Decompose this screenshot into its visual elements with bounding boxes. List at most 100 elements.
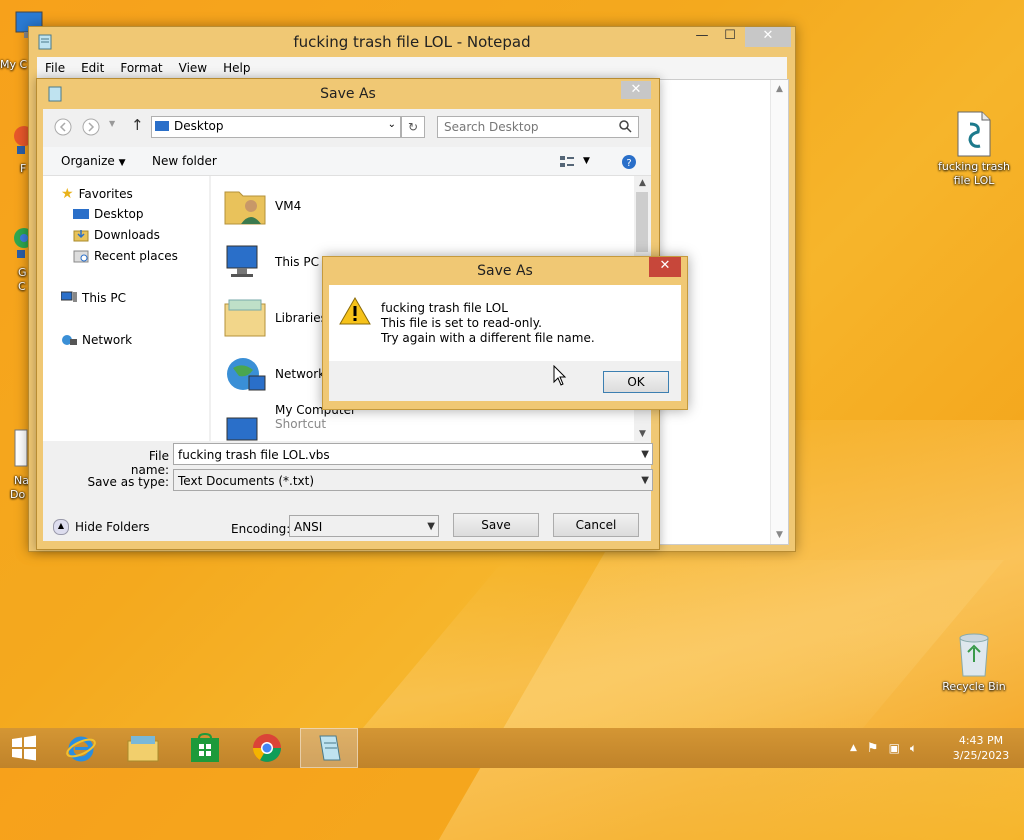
file-label: Libraries	[275, 311, 327, 325]
taskbar-file-explorer[interactable]	[114, 728, 172, 768]
recent-locations-icon[interactable]: ▼	[109, 119, 115, 128]
computer-icon	[61, 291, 77, 302]
menu-help[interactable]: Help	[215, 57, 258, 79]
maximize-button[interactable]: ☐	[717, 27, 743, 47]
file-item-this-pc[interactable]: This PC	[223, 240, 319, 284]
recycle-bin-icon	[959, 633, 989, 677]
document-icon	[14, 429, 28, 467]
message-line-2: This file is set to read-only.	[381, 316, 542, 330]
windows-logo-icon	[12, 735, 36, 761]
file-explorer-icon	[127, 736, 159, 762]
encoding-label: Encoding:	[231, 522, 291, 536]
show-hidden-icons-icon[interactable]: ▲	[850, 743, 857, 753]
file-name-input[interactable]: fucking trash file LOL.vbs ▼	[173, 443, 653, 465]
new-folder-button[interactable]: New folder	[152, 154, 217, 168]
forward-icon[interactable]	[81, 117, 101, 137]
recent-places-icon	[73, 250, 89, 263]
read-only-message-box: Save As ✕ fucking trash file LOL This fi…	[322, 256, 688, 410]
hide-folders-button[interactable]: ▲ Hide Folders	[53, 519, 150, 535]
view-options-icon[interactable]	[559, 155, 575, 169]
file-item-network[interactable]: Network	[223, 352, 325, 396]
desktop-folder-icon	[155, 121, 169, 131]
chevron-down-icon[interactable]: ▼	[427, 516, 435, 538]
hide-folders-label: Hide Folders	[75, 520, 150, 534]
back-icon[interactable]	[53, 117, 73, 137]
menu-view[interactable]: View	[171, 57, 215, 79]
help-icon[interactable]: ?	[621, 154, 637, 170]
script-file-icon	[957, 111, 991, 157]
computer-icon	[226, 417, 258, 441]
desktop-icon-label: Recycle Bin	[942, 680, 1006, 693]
file-item-libraries[interactable]: Libraries	[223, 296, 327, 340]
notepad-title: fucking trash file LOL - Notepad	[293, 33, 531, 51]
warning-icon	[339, 297, 371, 325]
mouse-cursor-icon	[553, 365, 567, 386]
desktop-icon-label: fucking trash file LOL	[937, 160, 1011, 187]
action-center-flag-icon[interactable]: ⚑	[867, 741, 879, 756]
clock-time: 4:43 PM	[958, 734, 1004, 747]
message-box-footer: OK	[329, 361, 681, 401]
taskbar: ▲ ⚑ ▣ 🔈︎ 4:43 PM 3/25/2023	[0, 728, 1024, 768]
save-button[interactable]: Save	[453, 513, 539, 537]
taskbar-store[interactable]	[176, 728, 234, 768]
menu-bar: File Edit Format View Help	[37, 57, 787, 79]
start-button[interactable]	[0, 728, 48, 768]
taskbar-internet-explorer[interactable]	[52, 728, 110, 768]
downloads-icon	[73, 230, 89, 242]
taskbar-chrome[interactable]	[238, 728, 296, 768]
menu-format[interactable]: Format	[112, 57, 170, 79]
search-input[interactable]: Search Desktop	[437, 116, 639, 138]
menu-edit[interactable]: Edit	[73, 57, 112, 79]
nav-recent-places[interactable]: Recent places	[73, 249, 178, 263]
clock[interactable]: 4:43 PM 3/25/2023	[948, 728, 1014, 768]
file-sublabel: Shortcut	[275, 417, 327, 431]
view-dropdown-icon[interactable]: ▼	[583, 156, 590, 166]
nav-label: Desktop	[94, 207, 144, 221]
cancel-button[interactable]: Cancel	[553, 513, 639, 537]
volume-muted-icon[interactable]: 🔈︎	[910, 741, 917, 756]
file-item-my-computer[interactable]: My Computer Shortcut	[223, 403, 356, 441]
save-type-select[interactable]: Text Documents (*.txt) ▼	[173, 469, 653, 491]
network-status-icon[interactable]: ▣	[889, 741, 900, 755]
refresh-icon: ↻	[407, 120, 419, 134]
taskbar-notepad[interactable]	[300, 728, 358, 768]
address-bar[interactable]: Desktop ⌄	[151, 116, 401, 138]
close-button[interactable]: ✕	[621, 81, 651, 99]
address-text: Desktop	[174, 119, 224, 133]
file-name-label: File name:	[130, 449, 169, 477]
nav-favorites[interactable]: ★ Favorites	[61, 186, 133, 202]
nav-downloads[interactable]: Downloads	[73, 228, 160, 242]
file-item-vm4[interactable]: VM4	[223, 184, 301, 228]
star-icon: ★	[61, 186, 74, 202]
desktop-icon	[73, 209, 89, 219]
refresh-button[interactable]: ↻	[401, 116, 425, 138]
organize-button[interactable]: Organize ▼	[61, 154, 126, 168]
menu-file[interactable]: File	[37, 57, 73, 79]
file-label: VM4	[275, 199, 302, 213]
close-button[interactable]: ✕	[649, 257, 681, 277]
network-icon	[62, 335, 77, 345]
nav-this-pc[interactable]: This PC	[61, 291, 126, 305]
message-line-3: Try again with a different file name.	[381, 331, 595, 345]
ok-button[interactable]: OK	[603, 371, 669, 393]
system-tray: ▲ ⚑ ▣ 🔈︎	[850, 728, 917, 768]
nav-label: Downloads	[94, 228, 160, 242]
chevron-down-icon[interactable]: ▼	[641, 444, 649, 466]
close-button[interactable]: ✕	[745, 27, 791, 47]
organize-label: Organize	[61, 154, 115, 168]
nav-network[interactable]: Network	[61, 333, 132, 347]
store-icon	[191, 733, 219, 762]
encoding-select[interactable]: ANSI ▼	[289, 515, 439, 537]
chevron-down-icon[interactable]: ⌄	[388, 119, 396, 130]
desktop-icon-script-file[interactable]: fucking trash file LOL	[934, 110, 1014, 188]
message-box-body: fucking trash file LOL This file is set …	[329, 285, 681, 361]
computer-icon	[226, 245, 258, 277]
nav-desktop[interactable]: Desktop	[73, 207, 144, 221]
minimize-button[interactable]: —	[689, 27, 715, 47]
file-label: Network	[275, 367, 326, 381]
up-arrow-icon[interactable]: ↑	[131, 116, 144, 134]
chevron-down-icon[interactable]: ▼	[641, 470, 649, 492]
chrome-icon	[253, 734, 281, 762]
desktop-icon-recycle-bin[interactable]: Recycle Bin	[934, 630, 1014, 694]
vertical-scrollbar[interactable]: ▲ ▼	[770, 80, 788, 544]
